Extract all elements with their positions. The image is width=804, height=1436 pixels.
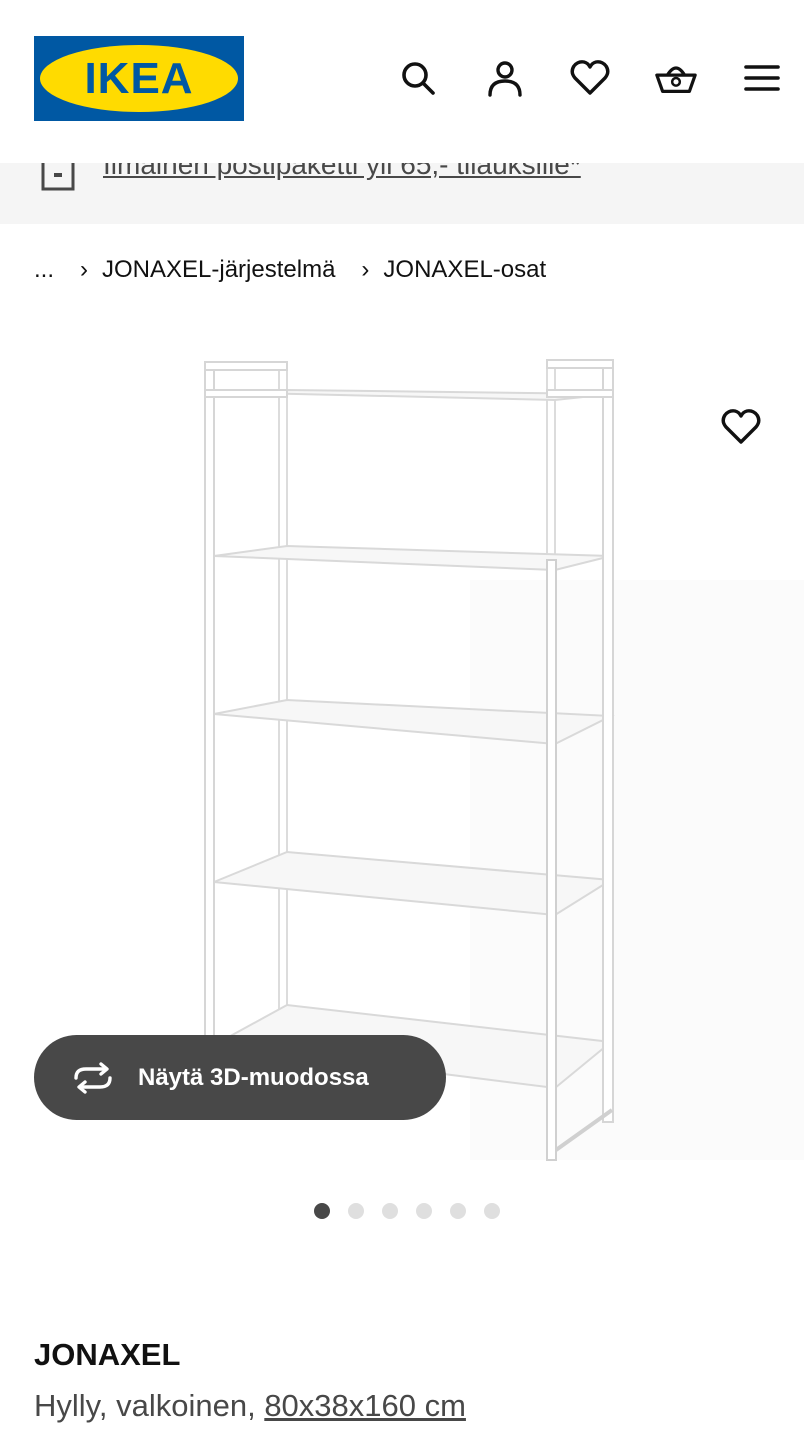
view-3d-label: Näytä 3D-muodossa bbox=[138, 1063, 369, 1091]
carousel-dot[interactable] bbox=[382, 1203, 398, 1219]
breadcrumb: ... › JONAXEL-järjestelmä › JONAXEL-osat bbox=[34, 254, 546, 286]
product-dimensions-link[interactable]: 80x38x160 cm bbox=[264, 1388, 466, 1423]
basket-icon bbox=[655, 66, 697, 94]
rotate-icon bbox=[74, 1061, 112, 1094]
favourite-product-button[interactable] bbox=[719, 405, 763, 449]
shipping-banner-text[interactable]: Ilmainen postipaketti yli 65,- tilauksil… bbox=[103, 163, 581, 181]
account-button[interactable] bbox=[483, 56, 527, 100]
breadcrumb-ellipsis[interactable]: ... bbox=[34, 256, 54, 284]
heart-icon bbox=[570, 60, 610, 95]
shipping-banner[interactable]: Ilmainen postipaketti yli 65,- tilauksil… bbox=[0, 163, 804, 224]
product-description: Hylly, valkoinen, 80x38x160 cm bbox=[34, 1388, 466, 1424]
chevron-right-icon: › bbox=[80, 256, 89, 283]
carousel-dot-active[interactable] bbox=[314, 1203, 330, 1219]
user-icon bbox=[488, 61, 522, 97]
heart-icon bbox=[721, 409, 761, 444]
view-3d-button[interactable]: Näytä 3D-muodossa bbox=[34, 1035, 446, 1120]
search-button[interactable] bbox=[396, 56, 440, 100]
carousel-dot[interactable] bbox=[416, 1203, 432, 1219]
menu-icon bbox=[744, 65, 780, 91]
ikea-logo[interactable]: IKEA bbox=[34, 36, 244, 121]
breadcrumb-item[interactable]: JONAXEL-osat bbox=[383, 256, 546, 284]
site-header: IKEA bbox=[0, 0, 804, 163]
menu-button[interactable] bbox=[740, 56, 784, 100]
carousel-dot[interactable] bbox=[348, 1203, 364, 1219]
carousel-dot[interactable] bbox=[450, 1203, 466, 1219]
logo-text: IKEA bbox=[84, 53, 194, 103]
chevron-right-icon: › bbox=[361, 256, 370, 283]
product-name: JONAXEL bbox=[34, 1337, 181, 1372]
product-type: Hylly, valkoinen, bbox=[34, 1388, 256, 1423]
package-icon bbox=[41, 163, 75, 191]
basket-button[interactable] bbox=[654, 56, 698, 100]
breadcrumb-item[interactable]: JONAXEL-järjestelmä bbox=[102, 256, 335, 284]
image-carousel-indicator bbox=[314, 1202, 518, 1220]
favourites-button[interactable] bbox=[568, 56, 612, 100]
carousel-dot[interactable] bbox=[484, 1203, 500, 1219]
search-icon bbox=[402, 62, 435, 95]
